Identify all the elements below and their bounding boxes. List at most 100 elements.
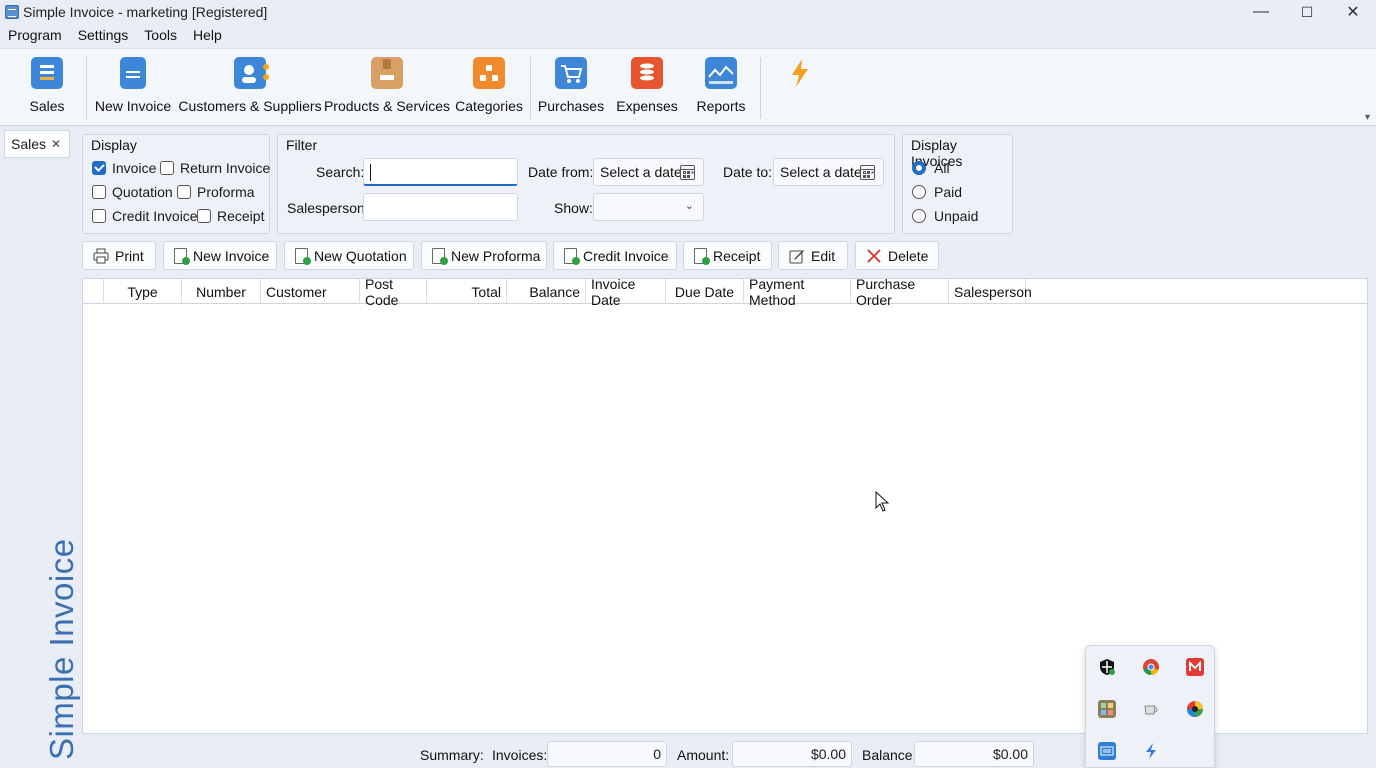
date-from-picker[interactable]: Select a date — [593, 158, 704, 186]
column-header-select[interactable] — [83, 279, 104, 304]
chrome-icon[interactable] — [1142, 658, 1160, 676]
amount-field: $0.00 — [732, 741, 852, 767]
new-quotation-button[interactable]: New Quotation — [284, 241, 414, 270]
checkbox-proforma[interactable]: Proforma — [177, 184, 255, 200]
column-header-number[interactable]: Number — [182, 279, 261, 304]
new-proforma-button-label: New Proforma — [451, 247, 541, 264]
coffee-cup-icon[interactable] — [1142, 700, 1160, 718]
gmail-icon[interactable] — [1186, 658, 1204, 676]
show-select[interactable]: ⌄ — [593, 193, 704, 221]
cart-icon — [555, 57, 587, 89]
checkbox-credit-invoice[interactable]: Credit Invoice — [92, 208, 198, 224]
ribbon-products-label: Products & Services — [323, 98, 451, 114]
radio-paid[interactable]: Paid — [912, 184, 962, 200]
close-button[interactable]: ✕ — [1330, 0, 1376, 24]
checkbox-icon — [177, 185, 191, 199]
new-proforma-button[interactable]: New Proforma — [421, 241, 547, 270]
column-header-due-date[interactable]: Due Date — [666, 279, 744, 304]
column-header-payment-method[interactable]: Payment Method — [744, 276, 851, 308]
menu-program[interactable]: Program — [0, 27, 70, 43]
invoices-count-label: Invoices: — [492, 747, 548, 763]
tab-sales-label: Sales — [11, 136, 47, 152]
ribbon-customers-button[interactable]: Customers & Suppliers — [178, 57, 322, 123]
ribbon-separator — [530, 57, 531, 119]
column-header-total[interactable]: Total — [427, 279, 507, 304]
new-invoice-button-label: New Invoice — [193, 247, 270, 264]
radio-unpaid[interactable]: Unpaid — [912, 208, 978, 224]
ribbon-new-invoice-button[interactable]: New Invoice — [94, 57, 172, 123]
menu-tools[interactable]: Tools — [136, 27, 185, 43]
menu-help[interactable]: Help — [185, 27, 230, 43]
menu-bar: Program Settings Tools Help — [0, 24, 230, 46]
mouse-cursor-icon — [875, 491, 889, 512]
calendar-icon[interactable] — [680, 165, 695, 180]
maximize-button[interactable]: ☐ — [1284, 0, 1330, 24]
edit-pencil-icon — [789, 248, 805, 264]
ribbon-collapse-icon[interactable]: ▾ — [1365, 112, 1370, 123]
brand-vertical-text: Simple Invoice — [43, 538, 80, 760]
tab-sales[interactable]: Sales ✕ — [4, 130, 70, 158]
column-header-invoice-date[interactable]: Invoice Date — [586, 276, 666, 308]
column-header-purchase-order[interactable]: Purchase Order — [851, 276, 949, 308]
receipt-button[interactable]: Receipt — [683, 241, 772, 270]
date-from-value: Select a date — [600, 164, 682, 180]
lightning-icon[interactable] — [1142, 742, 1160, 760]
ribbon-expenses-label: Expenses — [616, 98, 678, 114]
checkbox-receipt[interactable]: Receipt — [197, 208, 264, 224]
amount-label: Amount: — [677, 747, 730, 763]
radio-all[interactable]: All — [912, 160, 950, 176]
ribbon-categories-button[interactable]: Categories — [455, 57, 523, 123]
keyboard-icon[interactable] — [1098, 742, 1116, 760]
ribbon-toolbar: Sales New Invoice Customers & Suppliers … — [0, 48, 1376, 126]
printer-icon — [93, 248, 109, 264]
minimize-button[interactable]: — — [1238, 0, 1284, 24]
new-invoice-button[interactable]: New Invoice — [163, 241, 277, 270]
edit-button[interactable]: Edit — [778, 241, 848, 270]
ribbon-products-button[interactable]: Products & Services — [324, 57, 450, 123]
product-box-icon — [371, 57, 403, 89]
ribbon-sales-button[interactable]: Sales — [24, 57, 70, 123]
contacts-icon — [234, 57, 269, 89]
search-input[interactable] — [363, 158, 518, 186]
ribbon-expenses-button[interactable]: Expenses — [616, 57, 678, 123]
delete-button[interactable]: Delete — [855, 241, 939, 270]
radio-label: All — [934, 160, 950, 176]
column-header-balance[interactable]: Balance — [507, 279, 586, 304]
ribbon-purchases-button[interactable]: Purchases — [538, 57, 604, 123]
ribbon-categories-label: Categories — [455, 98, 523, 114]
new-document-icon — [432, 247, 448, 265]
salesperson-input[interactable] — [363, 193, 518, 221]
checkbox-icon — [160, 161, 174, 175]
column-header-post-code[interactable]: Post Code — [360, 276, 427, 308]
checkbox-invoice[interactable]: Invoice — [92, 160, 156, 176]
new-document-icon — [564, 247, 580, 265]
date-to-value: Select a date — [780, 164, 862, 180]
coins-icon — [631, 57, 663, 89]
calendar-icon[interactable] — [860, 165, 875, 180]
new-invoice-icon — [120, 57, 146, 89]
column-header-type[interactable]: Type — [104, 279, 182, 304]
date-to-picker[interactable]: Select a date — [773, 158, 884, 186]
print-button[interactable]: Print — [82, 241, 156, 270]
credit-invoice-button[interactable]: Credit Invoice — [553, 241, 677, 270]
ribbon-separator — [86, 57, 87, 119]
ribbon-reports-button[interactable]: Reports — [696, 57, 746, 123]
ribbon-new-invoice-label: New Invoice — [94, 98, 172, 114]
checkbox-return-invoice[interactable]: Return Invoice — [160, 160, 270, 176]
credit-invoice-button-label: Credit Invoice — [583, 247, 669, 264]
checkbox-icon — [92, 185, 106, 199]
column-header-customer[interactable]: Customer — [261, 279, 360, 304]
chart-icon — [705, 57, 737, 89]
lightning-icon — [784, 57, 816, 89]
ribbon-separator — [760, 57, 761, 119]
checkbox-label: Proforma — [197, 184, 255, 200]
app-grid-icon[interactable] — [1098, 700, 1116, 718]
color-wheel-icon[interactable] — [1186, 700, 1204, 718]
shield-icon[interactable] — [1098, 658, 1116, 676]
checkbox-quotation[interactable]: Quotation — [92, 184, 173, 200]
menu-settings[interactable]: Settings — [70, 27, 137, 43]
ribbon-quick-action-button[interactable] — [784, 57, 816, 123]
tab-close-icon[interactable]: ✕ — [51, 137, 61, 151]
checkbox-label: Return Invoice — [180, 160, 271, 176]
column-header-salesperson[interactable]: Salesperson — [949, 279, 1032, 304]
